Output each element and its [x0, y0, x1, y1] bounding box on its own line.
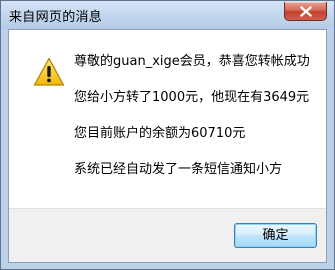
button-bar: 确定: [9, 208, 326, 262]
message-line-2: 您给小方转了1000元，他现在有3649元: [74, 90, 310, 105]
close-button[interactable]: [284, 2, 327, 21]
close-icon: [299, 5, 312, 17]
window-title: 来自网页的消息: [9, 10, 103, 25]
message-line-1: 尊敬的guan_xige会员，恭喜您转帐成功: [74, 54, 310, 69]
message-line-4: 系统已经自动发了一条短信通知小方: [74, 162, 283, 177]
title-bar[interactable]: 来自网页的消息: [1, 1, 334, 29]
message-text: 尊敬的guan_xige会员，恭喜您转帐成功 您给小方转了1000元，他现在有3…: [74, 54, 319, 198]
message-line-3: 您目前账户的余额为60710元: [74, 126, 246, 141]
message-dialog-window: 来自网页的消息 尊敬的guan_xige会员，恭喜您转帐成功 您给小方转了100…: [0, 0, 335, 270]
warning-icon: [33, 57, 65, 86]
dialog-body: 尊敬的guan_xige会员，恭喜您转帐成功 您给小方转了1000元，他现在有3…: [8, 29, 327, 263]
ok-button[interactable]: 确定: [234, 223, 317, 248]
